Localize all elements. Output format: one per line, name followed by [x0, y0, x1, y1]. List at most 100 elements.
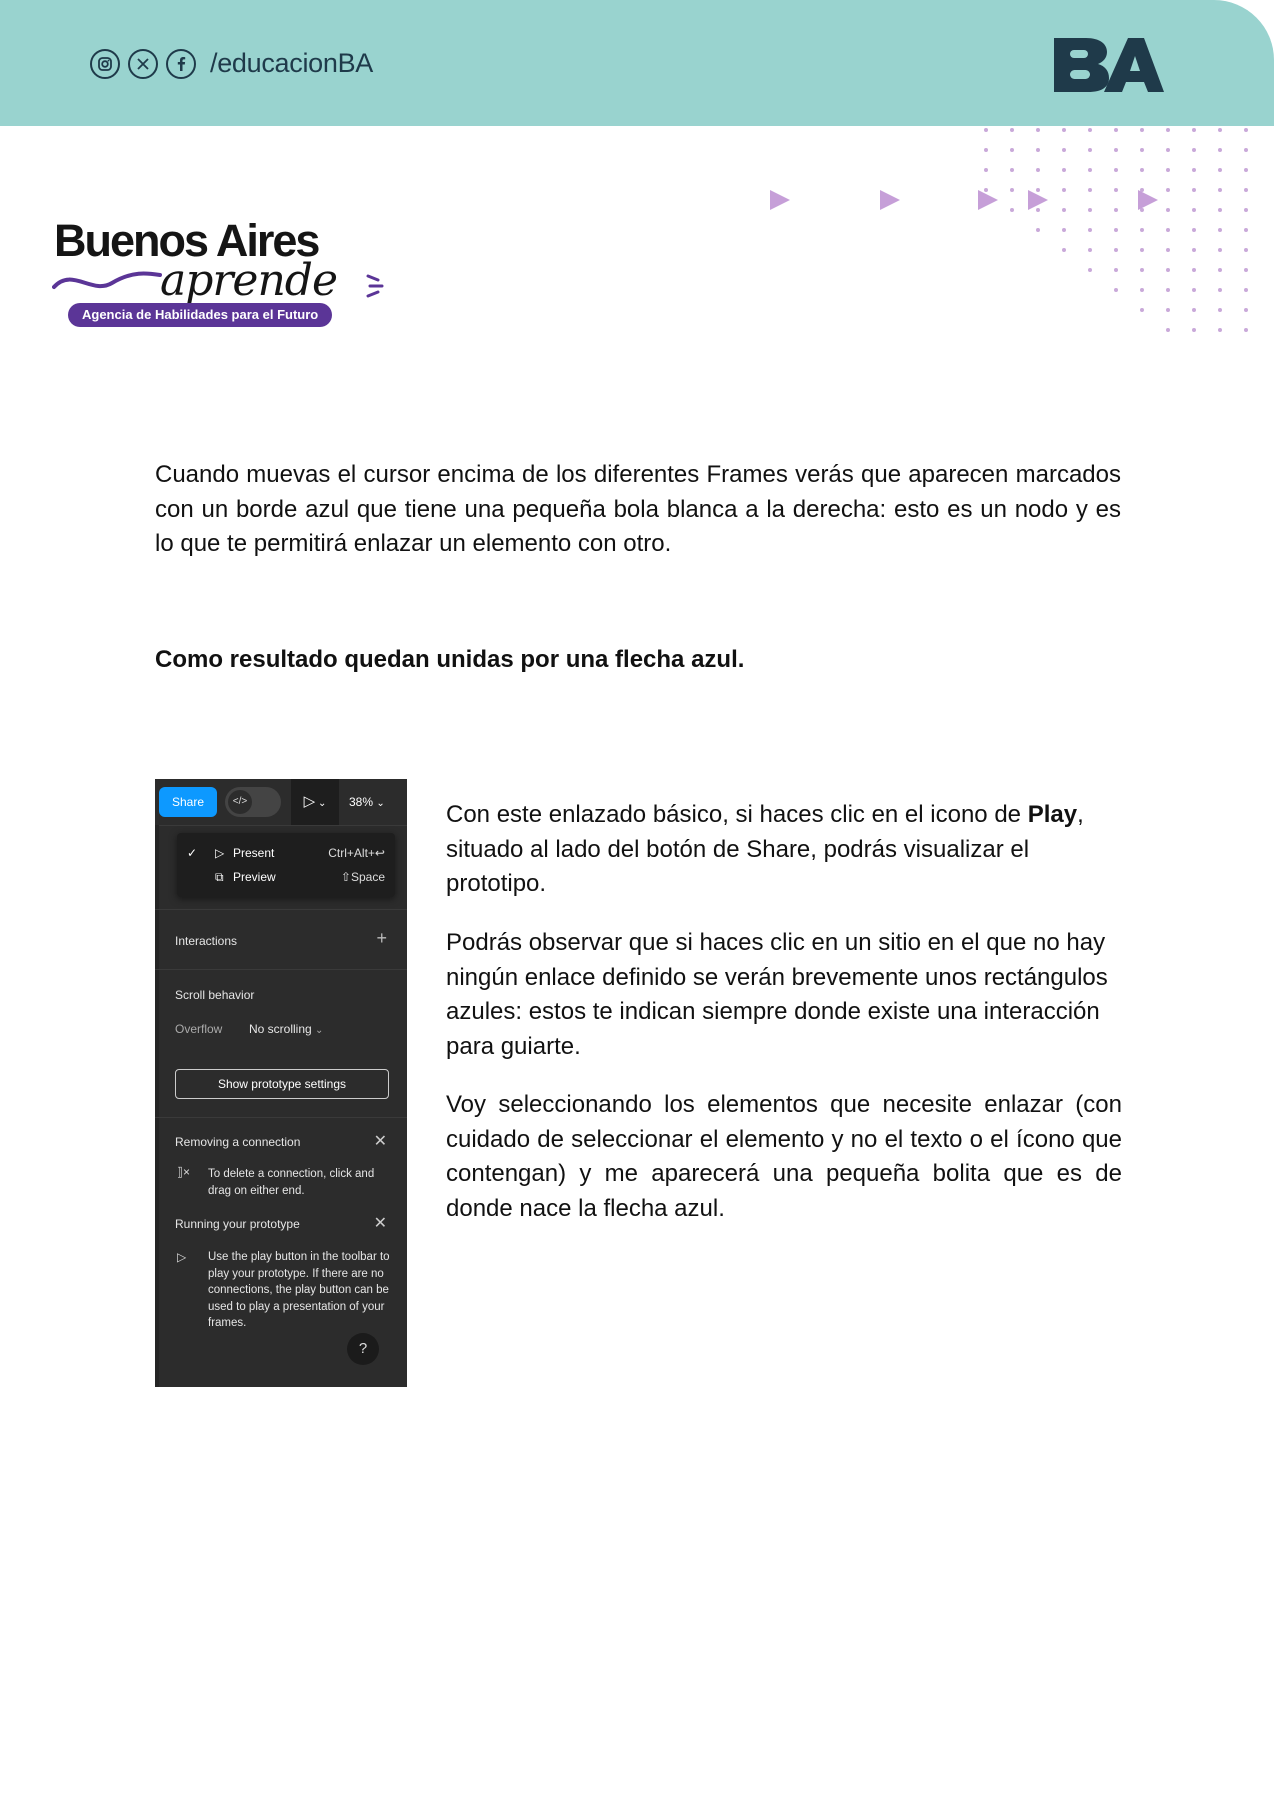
- removing-connection-title: Removing a connection: [175, 1135, 301, 1149]
- decorative-dot: [984, 188, 988, 192]
- decorative-triangle: [1028, 190, 1048, 210]
- intro-paragraph: Cuando muevas el cursor encima de los di…: [155, 461, 1121, 557]
- decorative-dot: [1244, 328, 1248, 332]
- decorative-dot: [1036, 148, 1040, 152]
- decorative-dot: [1244, 308, 1248, 312]
- decorative-dot: [1140, 148, 1144, 152]
- social-links: /educacionBA: [90, 48, 373, 79]
- decorative-triangle: [978, 190, 998, 210]
- decorative-dot: [1192, 188, 1196, 192]
- figma-toolbar: Share </> ▷ ⌄ 38% ⌄: [155, 779, 407, 826]
- decorative-dot: [1166, 168, 1170, 172]
- decorative-dot: [1036, 208, 1040, 212]
- decorative-dot: [1114, 268, 1118, 272]
- scroll-behavior-section: Scroll behavior Overflow No scrolling ⌄: [155, 969, 407, 1054]
- x-icon[interactable]: [128, 48, 158, 79]
- dev-mode-toggle[interactable]: </>: [225, 787, 281, 817]
- sparkle-icon: [366, 274, 384, 298]
- play-icon: ▷: [303, 793, 316, 810]
- decorative-dot: [1166, 308, 1170, 312]
- zoom-dropdown[interactable]: 38% ⌄: [349, 779, 385, 825]
- chevron-down-icon: ⌄: [315, 1025, 324, 1036]
- decorative-dot: [1140, 128, 1144, 132]
- menu-item-present[interactable]: ✓ ▷ Present Ctrl+Alt+↩: [177, 841, 395, 865]
- decorative-dot: [1140, 288, 1144, 292]
- decorative-triangle: [1138, 190, 1158, 210]
- decorative-dot: [1088, 248, 1092, 252]
- decorative-dot: [1244, 248, 1248, 252]
- decorative-dot: [1062, 248, 1066, 252]
- blue-rectangles-paragraph: Podrás observar que si haces clic en un …: [446, 929, 1108, 1060]
- instagram-icon[interactable]: [90, 48, 120, 79]
- decorative-dot: [1244, 288, 1248, 292]
- menu-shortcut: Ctrl+Alt+↩: [328, 846, 385, 860]
- decorative-dot: [1036, 188, 1040, 192]
- decorative-dot: [1218, 188, 1222, 192]
- decorative-dot: [1192, 248, 1196, 252]
- ba-logo: [1054, 38, 1164, 92]
- decorative-dot: [1244, 228, 1248, 232]
- share-button[interactable]: Share: [159, 787, 217, 817]
- decorative-dot: [1218, 228, 1222, 232]
- decorative-dot: [1062, 188, 1066, 192]
- decorative-dot: [1166, 208, 1170, 212]
- running-prototype-title: Running your prototype: [175, 1217, 300, 1231]
- decorative-dot: [1218, 148, 1222, 152]
- menu-item-label: Preview: [233, 870, 276, 884]
- add-interaction-icon[interactable]: +: [376, 928, 387, 949]
- decorative-dot: [1062, 168, 1066, 172]
- decorative-dot: [1114, 188, 1118, 192]
- show-prototype-settings-button[interactable]: Show prototype settings: [175, 1069, 389, 1099]
- close-icon[interactable]: ✕: [374, 1131, 387, 1151]
- decorative-dot: [1166, 248, 1170, 252]
- decorative-dot: [1036, 168, 1040, 172]
- removing-connection-text: To delete a connection, click and drag o…: [208, 1168, 375, 1197]
- decorative-dot: [1140, 308, 1144, 312]
- check-icon: ✓: [187, 846, 198, 860]
- close-icon[interactable]: ✕: [374, 1213, 387, 1233]
- decorative-dot: [1140, 248, 1144, 252]
- decorative-dot: [1010, 148, 1014, 152]
- overflow-value: No scrolling: [249, 1022, 312, 1036]
- play-button[interactable]: ▷ ⌄: [291, 779, 339, 825]
- decorative-dot: [1088, 148, 1092, 152]
- decorative-dot: [1036, 228, 1040, 232]
- decorative-dot: [1088, 228, 1092, 232]
- decorative-dot: [1218, 128, 1222, 132]
- menu-shortcut: ⇧Space: [340, 870, 385, 884]
- decorative-dot: [1192, 228, 1196, 232]
- decorative-dot: [1088, 188, 1092, 192]
- decorative-dot: [1244, 208, 1248, 212]
- decorative-dot: [1192, 328, 1196, 332]
- decorative-dot: [1192, 208, 1196, 212]
- menu-item-label: Present: [233, 846, 275, 860]
- decorative-dot: [1192, 148, 1196, 152]
- decorative-dot: [1036, 128, 1040, 132]
- decorative-dot: [1088, 208, 1092, 212]
- decorative-dot: [984, 148, 988, 152]
- code-icon: </>: [228, 790, 252, 814]
- chevron-down-icon: ⌄: [315, 798, 327, 809]
- decorative-dot: [1218, 328, 1222, 332]
- decorative-dot: [1062, 128, 1066, 132]
- decorative-dot: [1010, 168, 1014, 172]
- decorative-dot: [1218, 168, 1222, 172]
- decorative-dot: [1244, 168, 1248, 172]
- play-dropdown-menu: ✓ ▷ Present Ctrl+Alt+↩ ⧉ Preview ⇧Space: [177, 833, 395, 897]
- decorative-dot: [1140, 268, 1144, 272]
- overflow-dropdown[interactable]: No scrolling ⌄: [249, 1022, 323, 1036]
- interactions-section: Interactions +: [155, 909, 407, 970]
- help-button[interactable]: ?: [347, 1333, 379, 1365]
- decorative-dot: [1114, 288, 1118, 292]
- menu-item-preview[interactable]: ⧉ Preview ⇧Space: [177, 865, 395, 889]
- figma-prototype-panel-screenshot: Share </> ▷ ⌄ 38% ⌄ ✓ ▷ Present Ctrl+Alt…: [155, 779, 407, 1387]
- decorative-dot: [1088, 168, 1092, 172]
- play-icon: ▷: [215, 846, 225, 860]
- decorative-dot: [1244, 268, 1248, 272]
- facebook-icon[interactable]: [166, 48, 196, 79]
- select-elements-paragraph: Voy seleccionando los elementos que nece…: [446, 1091, 1122, 1222]
- decorative-dot: [1192, 268, 1196, 272]
- decorative-dot: [1088, 128, 1092, 132]
- decorative-dot: [1114, 148, 1118, 152]
- decorative-dot: [1166, 148, 1170, 152]
